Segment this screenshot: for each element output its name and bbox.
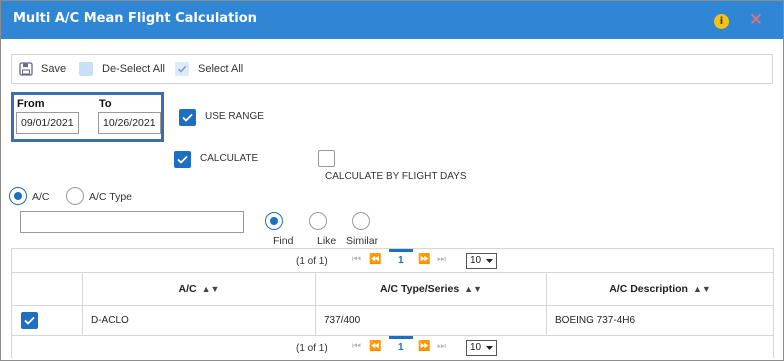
chevron-down-icon	[486, 259, 493, 263]
results-grid: (1 of 1) ⏮ ⏪ 1 ⏩ ⏭ 10 A/C ▲▼ A/C Type/Ser…	[11, 248, 774, 359]
next-page-icon[interactable]: ⏩	[418, 341, 430, 352]
select-all-label: Select All	[198, 63, 244, 75]
page-size-value: 10	[470, 255, 482, 266]
pager-top: (1 of 1) ⏮ ⏪ 1 ⏩ ⏭ 10	[12, 249, 773, 273]
dialog-window: Multi A/C Mean Flight Calculation i ✕ Sa…	[0, 0, 784, 361]
save-label: Save	[41, 63, 67, 75]
last-page-icon[interactable]: ⏭	[437, 341, 446, 352]
sort-icon: ▲▼	[464, 284, 482, 294]
pager-bottom: (1 of 1) ⏮ ⏪ 1 ⏩ ⏭ 10	[12, 335, 773, 359]
use-range-checkbox[interactable]	[179, 109, 196, 126]
to-label: To	[99, 98, 112, 110]
last-page-icon[interactable]: ⏭	[437, 254, 446, 265]
next-page-icon[interactable]: ⏩	[418, 254, 430, 265]
chevron-down-icon	[486, 346, 493, 350]
search-input[interactable]	[20, 211, 244, 233]
save-button[interactable]: Save	[19, 55, 66, 83]
deselect-all-button[interactable]: De-Select All	[79, 55, 165, 83]
sort-icon: ▲▼	[692, 284, 711, 294]
radio-similar-label: Similar	[346, 235, 379, 247]
cell-ac: D-ACLO	[82, 306, 315, 335]
radio-ac-label: A/C	[32, 191, 50, 203]
first-page-icon[interactable]: ⏮	[352, 254, 361, 265]
first-page-icon[interactable]: ⏮	[352, 341, 361, 352]
calc-by-flight-days-label: CALCULATE BY FLIGHT DAYS	[325, 171, 467, 182]
page-size-value: 10	[470, 342, 482, 353]
col-header-description[interactable]: A/C Description ▲▼	[546, 273, 773, 306]
page-number[interactable]: 1	[389, 249, 412, 266]
prev-page-icon[interactable]: ⏪	[369, 341, 381, 352]
pager-count: (1 of 1)	[296, 343, 328, 354]
radio-find[interactable]	[265, 212, 283, 230]
page-size-select[interactable]: 10	[466, 340, 497, 356]
deselect-all-label: De-Select All	[102, 63, 165, 75]
table-row[interactable]: D-ACLO 737/400 BOEING 737-4H6	[12, 306, 773, 335]
calculate-checkbox[interactable]	[174, 151, 191, 168]
radio-ac-type[interactable]	[66, 187, 84, 205]
col-header-type-series[interactable]: A/C Type/Series ▲▼	[315, 273, 546, 306]
page-number[interactable]: 1	[389, 336, 412, 353]
deselect-all-icon	[79, 62, 93, 76]
row-checkbox[interactable]	[21, 312, 38, 329]
col-header-ac[interactable]: A/C ▲▼	[82, 273, 315, 306]
table-header: A/C ▲▼ A/C Type/Series ▲▼ A/C Description ▲…	[12, 273, 773, 306]
from-date-input[interactable]: 09/01/2021	[16, 112, 79, 134]
radio-like[interactable]	[309, 212, 327, 230]
page-size-select[interactable]: 10	[466, 253, 497, 269]
cell-description: BOEING 737-4H6	[546, 306, 773, 335]
radio-similar[interactable]	[352, 212, 370, 230]
radio-find-label: Find	[273, 235, 294, 247]
select-all-button[interactable]: Select All	[175, 55, 243, 83]
window-title: Multi A/C Mean Flight Calculation	[13, 11, 257, 26]
radio-ac-type-label: A/C Type	[89, 191, 132, 203]
info-icon[interactable]: i	[714, 14, 729, 29]
save-icon	[19, 62, 33, 76]
use-range-label: USE RANGE	[205, 111, 264, 122]
to-date-input[interactable]: 10/26/2021	[98, 112, 161, 134]
toolbar: Save De-Select All Select All	[11, 54, 773, 84]
sort-icon: ▲▼	[201, 284, 220, 294]
select-all-icon	[175, 62, 189, 76]
prev-page-icon[interactable]: ⏪	[369, 254, 381, 265]
title-bar: Multi A/C Mean Flight Calculation i ✕	[1, 1, 783, 39]
date-range-box: From To 09/01/2021 10/26/2021	[11, 92, 164, 142]
from-label: From	[17, 98, 45, 110]
cell-type-series: 737/400	[315, 306, 546, 335]
close-icon[interactable]: ✕	[747, 10, 765, 30]
radio-like-label: Like	[317, 235, 337, 247]
calc-by-flight-days-checkbox[interactable]	[318, 150, 335, 167]
pager-count: (1 of 1)	[296, 256, 328, 267]
radio-ac[interactable]	[9, 187, 27, 205]
calculate-label: CALCULATE	[200, 153, 259, 164]
